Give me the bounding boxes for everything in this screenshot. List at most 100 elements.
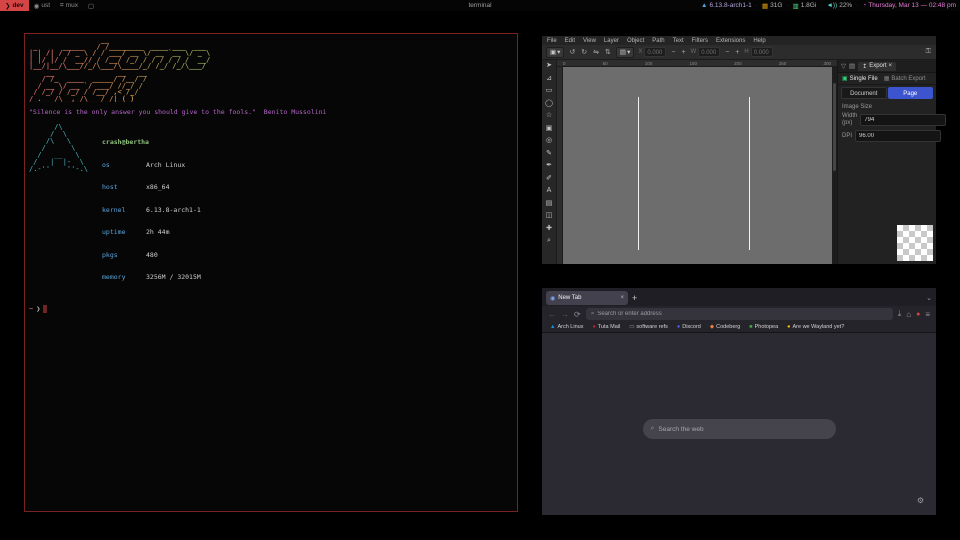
home-button[interactable]: ⌂: [906, 310, 911, 319]
close-icon[interactable]: ×: [889, 63, 893, 69]
x-coordinate-field[interactable]: X 0.000: [638, 47, 666, 57]
selector-tool[interactable]: ➤: [544, 62, 555, 72]
shell-prompt[interactable]: ~ ❯: [29, 305, 513, 313]
web-search-box[interactable]: ⌕: [643, 419, 836, 439]
batch-export-icon: ▦: [884, 75, 890, 82]
menu-layer[interactable]: Layer: [604, 38, 619, 44]
workspace-label: ust: [41, 2, 50, 9]
forward-button[interactable]: →: [561, 310, 569, 319]
star-tool[interactable]: ☆: [544, 112, 555, 122]
window-icon: ▢: [88, 2, 94, 10]
flip-vertical-icon[interactable]: ⇅: [604, 48, 612, 56]
menu-extensions[interactable]: Extensions: [716, 38, 745, 44]
bookmark-folder-software-refs[interactable]: ▭ software refs: [629, 324, 668, 330]
w-value[interactable]: 0.000: [698, 47, 720, 57]
lock-icon[interactable]: ⚿: [925, 48, 932, 56]
ruler-label: 300: [823, 61, 831, 66]
export-dialog-tab[interactable]: ↥ Export ×: [858, 62, 896, 71]
gradient-tool[interactable]: ▤: [544, 200, 555, 210]
clock-icon: ◔: [862, 2, 866, 9]
flip-horizontal-icon[interactable]: ⇋: [592, 48, 600, 56]
node-tool[interactable]: ⊿: [544, 75, 555, 85]
layers-dialog-icon[interactable]: ▤: [849, 62, 855, 70]
menu-text[interactable]: Text: [673, 38, 684, 44]
browser-tab-strip: ◉ New Tab × + ⌄: [542, 288, 936, 306]
new-tab-button[interactable]: +: [632, 294, 637, 303]
menu-help[interactable]: Help: [753, 38, 765, 44]
objects-dialog-icon[interactable]: ▽: [841, 62, 846, 70]
export-mode-tabs: ▣ Single File ▦ Batch Export: [838, 73, 936, 85]
downloads-button[interactable]: ⤓: [898, 309, 902, 319]
minus-icon[interactable]: −: [670, 49, 676, 56]
bookmark-discord[interactable]: ● Discord: [677, 324, 701, 330]
height-field[interactable]: H 0.000: [744, 47, 772, 57]
menu-object[interactable]: Object: [627, 38, 644, 44]
bookmark-photopea[interactable]: ■ Photopea: [749, 324, 778, 330]
mesh-tool[interactable]: ◫: [544, 212, 555, 222]
batch-export-tab[interactable]: ▦ Batch Export: [884, 75, 926, 82]
separator: ·: [786, 2, 788, 9]
pen-tool[interactable]: ✒: [544, 162, 555, 172]
ruler-label: 100: [645, 61, 653, 66]
pencil-tool[interactable]: ✎: [544, 150, 555, 160]
dropper-tool[interactable]: ✚: [544, 225, 555, 235]
scrollbar-thumb[interactable]: [833, 83, 836, 172]
single-file-icon: ▣: [842, 75, 848, 82]
x-value[interactable]: 0.000: [644, 47, 666, 57]
volume-status: ◄)) 22%: [826, 2, 852, 9]
selection-mode-dropdown[interactable]: ▣ ▾: [546, 47, 564, 58]
bookmark-arch-linux[interactable]: ▲ Arch Linux: [550, 324, 583, 330]
align-dropdown[interactable]: ▤ ▾: [616, 47, 634, 58]
box-tool[interactable]: ▣: [544, 125, 555, 135]
rotate-left-icon[interactable]: ↺: [568, 48, 576, 56]
search-icon: ⌕: [651, 425, 655, 433]
menu-path[interactable]: Path: [652, 38, 664, 44]
ellipse-tool[interactable]: ◯: [544, 100, 555, 110]
minus-icon[interactable]: −: [724, 49, 730, 56]
workspace-dev[interactable]: ❯ dev: [0, 0, 29, 11]
recording-indicator[interactable]: ●: [916, 311, 920, 318]
gear-icon[interactable]: ⚙: [917, 496, 924, 505]
zoom-tool[interactable]: ⌕: [544, 237, 555, 247]
menu-filters[interactable]: Filters: [692, 38, 708, 44]
export-width-input[interactable]: [860, 114, 946, 126]
menu-edit[interactable]: Edit: [565, 38, 575, 44]
export-preview-transparency: [897, 225, 933, 261]
page-button[interactable]: Page: [888, 87, 934, 99]
menu-file[interactable]: File: [547, 38, 557, 44]
close-icon[interactable]: ×: [620, 295, 624, 301]
spiral-tool[interactable]: ◎: [544, 137, 555, 147]
export-dpi-input[interactable]: [855, 130, 941, 142]
bookmark-codeberg[interactable]: ◆ Codeberg: [710, 324, 740, 330]
menu-view[interactable]: View: [583, 38, 596, 44]
workspace-ust[interactable]: ◉ ust: [29, 0, 55, 11]
canvas-vertical-scrollbar[interactable]: [832, 67, 837, 264]
fetch-block: /\ / \ /\ \ / \ / __ \ / | |- \ /.-'' ''…: [29, 124, 513, 297]
url-bar[interactable]: ⌕: [586, 308, 893, 320]
plus-icon[interactable]: +: [680, 49, 686, 56]
web-search-input[interactable]: [658, 426, 827, 433]
url-input[interactable]: [597, 311, 887, 317]
bookmark-tuta-mail[interactable]: ● Tuta Mail: [592, 324, 620, 330]
text-tool[interactable]: A: [544, 187, 555, 197]
menu-button[interactable]: ≡: [925, 310, 930, 319]
h-value[interactable]: 0.000: [751, 47, 773, 57]
single-file-tab[interactable]: ▣ Single File: [842, 75, 878, 82]
inkscape-canvas[interactable]: [563, 67, 832, 264]
horizontal-ruler: 0 50 100 150 200 250 300: [557, 60, 837, 67]
reload-button[interactable]: ⟳: [574, 310, 581, 319]
document-button[interactable]: Document: [841, 87, 887, 99]
workspace-mux[interactable]: ⌗ mux: [55, 0, 83, 11]
browser-tab-new-tab[interactable]: ◉ New Tab ×: [546, 291, 628, 305]
tab-overflow-chevron[interactable]: ⌄: [926, 294, 932, 302]
bookmark-are-we-wayland-yet[interactable]: ● Are we Wayland yet?: [787, 324, 844, 330]
rectangle-tool[interactable]: ▭: [544, 87, 555, 97]
calligraphy-tool[interactable]: ✐: [544, 175, 555, 185]
workspace-4[interactable]: ▢: [83, 0, 99, 11]
fetch-row: os Arch Linux: [102, 162, 201, 170]
back-button[interactable]: ←: [548, 310, 556, 319]
width-field[interactable]: W 0.000: [691, 47, 721, 57]
rotate-right-icon[interactable]: ↻: [580, 48, 588, 56]
plus-icon[interactable]: +: [734, 49, 740, 56]
terminal-window[interactable]: __ _ _____ / /________ ____ ___ ___ | | …: [24, 33, 518, 512]
